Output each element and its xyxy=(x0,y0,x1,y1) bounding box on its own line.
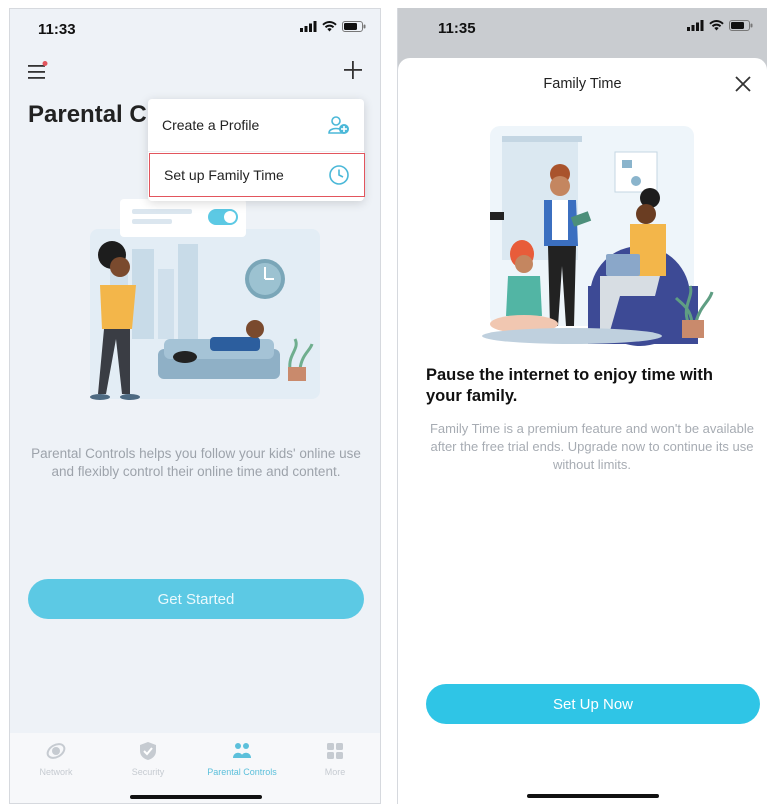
shield-icon xyxy=(140,742,156,760)
tab-parental-controls[interactable]: Parental Controls xyxy=(202,741,282,777)
page-title: Parental C xyxy=(28,101,147,128)
family-time-illustration xyxy=(460,126,722,352)
parental-controls-screen: 11:33 Parental C Create a Profile Set up… xyxy=(9,8,381,804)
parental-controls-illustration xyxy=(50,189,340,419)
feature-description: Family Time is a premium feature and won… xyxy=(429,421,755,472)
family-icon xyxy=(233,743,251,758)
add-profile-icon xyxy=(328,116,349,134)
family-time-sheet: Family Time Pause the internet to enjoy … xyxy=(398,58,767,804)
status-time: 11:35 xyxy=(438,20,476,37)
status-time: 11:33 xyxy=(38,21,76,38)
menu-item-set-up-family-time[interactable]: Set up Family Time xyxy=(149,153,365,197)
wifi-icon xyxy=(709,20,724,31)
home-indicator xyxy=(527,794,659,798)
tab-more[interactable]: More xyxy=(295,741,375,777)
description-text: Parental Controls helps you follow your … xyxy=(31,446,361,479)
wifi-icon xyxy=(322,21,337,32)
menu-item-create-profile[interactable]: Create a Profile xyxy=(148,103,364,147)
status-icons xyxy=(300,21,366,32)
close-icon[interactable] xyxy=(733,74,753,94)
set-up-now-button[interactable]: Set Up Now xyxy=(426,684,760,724)
signal-icon xyxy=(300,21,317,32)
bottom-tab-bar: Network Security Parental Controls More xyxy=(10,733,380,803)
status-bar: 11:35 xyxy=(398,8,767,48)
add-menu-dropdown: Create a Profile Set up Family Time xyxy=(148,99,365,201)
signal-icon xyxy=(687,20,704,31)
grid-icon xyxy=(327,743,343,759)
menu-item-label: Set up Family Time xyxy=(164,167,284,183)
tab-label: Parental Controls xyxy=(207,767,277,777)
menu-divider xyxy=(148,151,364,152)
status-bar: 11:33 xyxy=(10,9,380,49)
tab-network[interactable]: Network xyxy=(16,741,96,777)
battery-icon xyxy=(729,20,753,31)
sheet-title: Family Time xyxy=(543,76,622,92)
tab-security[interactable]: Security xyxy=(108,741,188,777)
menu-item-label: Create a Profile xyxy=(162,117,260,133)
tab-label: More xyxy=(324,767,346,777)
get-started-button[interactable]: Get Started xyxy=(28,579,364,619)
plus-icon[interactable] xyxy=(342,59,364,81)
tab-label: Security xyxy=(131,767,165,777)
clock-icon xyxy=(329,165,349,185)
home-indicator xyxy=(130,795,262,799)
tab-label: Network xyxy=(39,767,73,777)
status-icons xyxy=(687,20,753,31)
network-icon xyxy=(46,743,66,759)
hamburger-menu-icon[interactable] xyxy=(28,61,48,79)
feature-heading: Pause the internet to enjoy time with yo… xyxy=(426,366,713,405)
battery-icon xyxy=(342,21,366,32)
family-time-screen: 11:35 Family Time Pause the internet to … xyxy=(397,8,767,804)
